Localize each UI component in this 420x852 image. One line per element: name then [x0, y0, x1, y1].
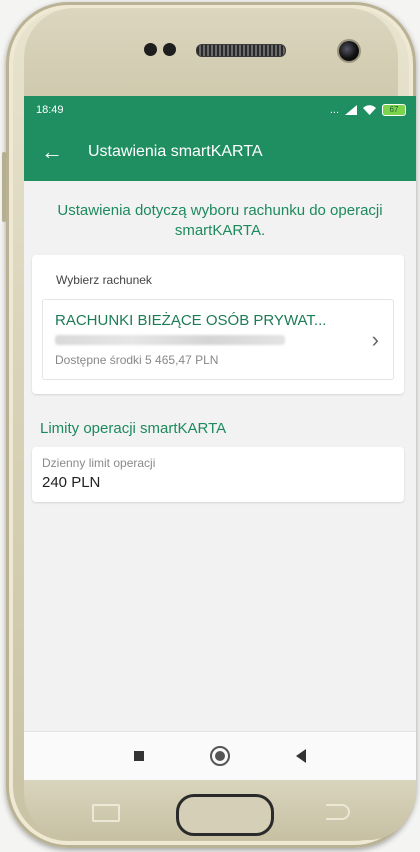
android-nav-bar	[24, 731, 416, 780]
available-funds: Dostępne środki 5 465,47 PLN	[55, 353, 219, 367]
bottom-bezel	[24, 780, 416, 840]
daily-limit-label: Dzienny limit operacji	[42, 456, 156, 470]
earpiece-speaker	[196, 44, 286, 57]
recent-apps-key-icon[interactable]	[92, 804, 120, 822]
more-dots: ...	[329, 103, 339, 116]
chevron-right-icon: ›	[371, 326, 379, 352]
top-bezel	[24, 8, 398, 98]
page-title: Ustawienia smartKARTA	[88, 143, 263, 160]
info-text: Ustawienia dotyczą wyboru rachunku do op…	[57, 202, 383, 239]
phone-screen: 18:49 ... 67 ← Ustawienia smartKARTA Ust…	[24, 96, 416, 780]
account-number-blurred	[55, 335, 285, 345]
daily-limit-value: 240 PLN	[42, 474, 101, 491]
home-circle-icon[interactable]	[210, 746, 230, 766]
account-selector[interactable]: RACHUNKI BIEŻĄCE OSÓB PRYWAT... Dostępne…	[42, 299, 394, 380]
app-bar: ← Ustawienia smartKARTA	[24, 123, 416, 181]
home-button[interactable]	[176, 794, 274, 836]
recents-square-icon[interactable]	[134, 751, 144, 761]
account-details: RACHUNKI BIEŻĄCE OSÓB PRYWAT... Dostępne…	[55, 312, 326, 367]
daily-limit-row[interactable]: Dzienny limit operacji 240 PLN	[32, 447, 404, 502]
account-name: RACHUNKI BIEŻĄCE OSÓB PRYWAT...	[55, 312, 327, 329]
status-bar: 18:49 ... 67	[24, 96, 416, 123]
status-time: 18:49	[36, 103, 64, 116]
signal-icon	[345, 104, 357, 115]
status-icons: ... 67	[329, 103, 406, 116]
front-camera-icon	[339, 41, 359, 61]
back-key-icon[interactable]	[326, 804, 350, 820]
account-section: Wybierz rachunek RACHUNKI BIEŻĄCE OSÓB P…	[32, 255, 404, 394]
back-arrow-icon[interactable]: ←	[24, 139, 80, 165]
battery-icon: 67	[382, 103, 406, 116]
limits-heading: Limity operacji smartKARTA	[40, 420, 227, 437]
account-section-label: Wybierz rachunek	[56, 273, 152, 287]
back-triangle-icon[interactable]	[296, 749, 306, 763]
sensor-dots	[144, 43, 176, 56]
wifi-icon	[363, 104, 376, 115]
